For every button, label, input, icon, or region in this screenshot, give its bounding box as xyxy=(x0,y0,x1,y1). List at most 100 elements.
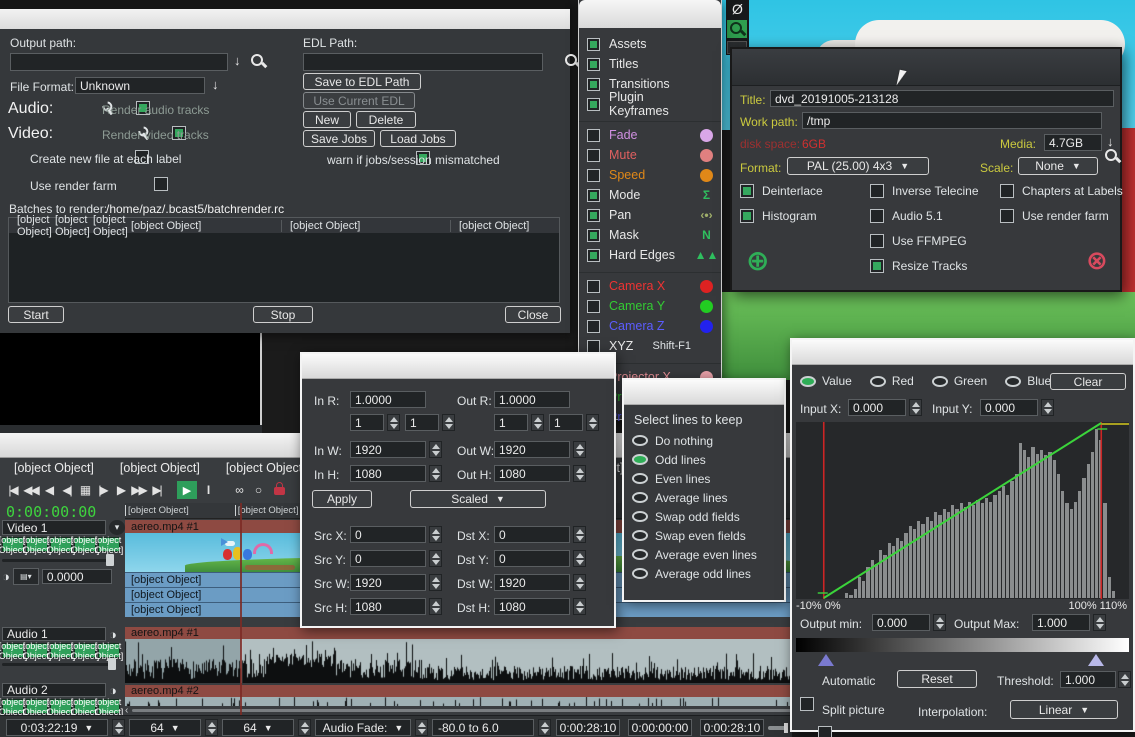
project-checkbox[interactable] xyxy=(1000,209,1014,223)
batch-column-header[interactable]: [object Object] xyxy=(47,214,85,238)
track-toggle-button[interactable]: [object Object] xyxy=(26,699,48,714)
dst-field[interactable]: 0 xyxy=(494,550,570,567)
ibeam-mode-button[interactable]: Ι xyxy=(199,481,216,499)
effects-list-item[interactable]: Assets xyxy=(579,34,721,54)
project-checkbox[interactable] xyxy=(870,209,884,223)
timeline-hscroll[interactable]: ‹ xyxy=(125,706,792,715)
audio1-waveform[interactable] xyxy=(125,639,792,683)
audio1-title-field[interactable]: Audio 1 xyxy=(2,627,106,641)
automation-type-dropdown[interactable]: Audio Fade:▼ xyxy=(315,719,411,736)
transport-button[interactable]: |◀ xyxy=(4,481,21,499)
pan-knob-icon[interactable]: ◑ xyxy=(2,569,10,584)
lock-tool-icon[interactable] xyxy=(274,481,285,500)
dst-spinner[interactable] xyxy=(573,598,586,615)
scale-mode-dropdown[interactable]: Scaled▼ xyxy=(410,490,546,508)
work-path-browse-icon[interactable] xyxy=(1105,149,1119,163)
audio2-waveform[interactable] xyxy=(125,697,792,706)
out-w-spinner[interactable] xyxy=(573,441,586,458)
menu-item[interactable]: [object Object] xyxy=(8,459,100,477)
project-checkbox[interactable] xyxy=(740,209,754,223)
out-h-spinner[interactable] xyxy=(573,465,586,482)
output-min-spinner[interactable] xyxy=(933,614,946,631)
input-x-field[interactable]: 0.000 xyxy=(848,399,906,416)
video1-fader[interactable] xyxy=(2,554,116,566)
batch-list[interactable]: [object Object][object Object][object Ob… xyxy=(8,217,560,303)
batch-column-header[interactable]: [object Object] xyxy=(281,220,450,232)
transport-button[interactable]: ◀◀ xyxy=(22,481,39,499)
audio1-clip-titlebar[interactable]: aereo.mp4 #1 xyxy=(125,627,798,639)
output-max-spinner[interactable] xyxy=(1093,614,1106,631)
output-path-history-icon[interactable]: ↓ xyxy=(234,53,241,68)
effects-list-item[interactable]: Mask N xyxy=(579,225,721,245)
save-to-edl-button[interactable]: Save to EDL Path xyxy=(303,73,421,90)
track-toggle-button[interactable]: [object Object] xyxy=(2,643,24,658)
channel-radio[interactable] xyxy=(800,376,816,387)
project-checkbox[interactable] xyxy=(870,184,884,198)
transport-button[interactable]: ◀| xyxy=(58,481,75,499)
selection-end-field[interactable]: 0:00:28:10 xyxy=(700,719,764,736)
effects-list-item[interactable]: Fade xyxy=(579,125,721,145)
project-checkbox[interactable] xyxy=(870,259,884,273)
use-current-edl-button[interactable]: Use Current EDL xyxy=(303,92,415,109)
src-spinner[interactable] xyxy=(429,574,442,591)
in-w-field[interactable]: 1920 xyxy=(350,441,426,458)
start-button[interactable]: Start xyxy=(8,306,64,323)
crop-tool-icon[interactable]: Ø xyxy=(729,1,746,18)
batch-render-titlebar[interactable] xyxy=(0,9,570,29)
transport-button[interactable]: ▶ xyxy=(112,481,129,499)
effects-list-item[interactable] xyxy=(579,265,721,273)
effect-visibility-checkbox[interactable] xyxy=(587,189,600,202)
src-field[interactable]: 1920 xyxy=(350,574,426,591)
amp-zoom-spinner[interactable] xyxy=(298,719,311,736)
input-y-spinner[interactable] xyxy=(1041,399,1054,416)
output-max-field[interactable]: 1.000 xyxy=(1032,614,1090,631)
src-field[interactable]: 0 xyxy=(350,526,426,543)
dst-spinner[interactable] xyxy=(573,574,586,591)
track-toggle-button[interactable]: [object Object] xyxy=(74,537,96,552)
file-format-field[interactable]: Unknown xyxy=(75,77,205,94)
track-toggle-button[interactable]: [object Object] xyxy=(50,699,72,714)
histogram-graph[interactable] xyxy=(796,422,1129,599)
stop-button[interactable]: Stop xyxy=(253,306,313,323)
automatic-checkbox[interactable] xyxy=(800,697,814,711)
output-min-field[interactable]: 0.000 xyxy=(872,614,930,631)
channel-option[interactable]: Red xyxy=(870,374,914,388)
output-min-slider[interactable] xyxy=(818,654,834,666)
dst-field[interactable]: 1080 xyxy=(494,598,570,615)
effect-visibility-checkbox[interactable] xyxy=(587,58,600,71)
cancel-button[interactable]: ⊗ xyxy=(1086,247,1108,273)
ok-button[interactable]: ⊕ xyxy=(746,247,769,275)
lines-option-radio[interactable] xyxy=(632,511,648,522)
effect-visibility-checkbox[interactable] xyxy=(587,340,600,353)
sample-zoom-dropdown[interactable]: 64▼ xyxy=(129,719,201,736)
ratio-field-3[interactable]: 1 xyxy=(494,414,528,431)
video1-title-field[interactable]: Video 1 xyxy=(2,520,106,535)
video1-expander[interactable]: ▾ xyxy=(109,520,125,535)
scale-dropdown[interactable]: None▼ xyxy=(1018,157,1098,175)
delete-batch-button[interactable]: Delete xyxy=(356,111,416,128)
lines-option[interactable]: Swap even fields xyxy=(632,526,784,545)
src-field[interactable]: 1080 xyxy=(350,598,426,615)
keyframe-tool-icon[interactable]: ∞ xyxy=(230,481,247,499)
lines-option[interactable]: Do nothing xyxy=(632,431,784,450)
histogram-dialog-titlebar[interactable] xyxy=(792,340,1133,365)
audio1-fader[interactable] xyxy=(2,658,116,670)
playhead[interactable] xyxy=(240,503,242,715)
lines-option-radio[interactable] xyxy=(632,435,648,446)
channel-option[interactable]: Value xyxy=(800,374,852,388)
track-toggle-button[interactable]: [object Object] xyxy=(50,643,72,658)
overlay-mode-button[interactable]: ▤▾ xyxy=(13,568,39,585)
transport-button[interactable]: ▦ xyxy=(76,481,93,499)
track-toggle-button[interactable]: [object Object] xyxy=(50,537,72,552)
effect-visibility-checkbox[interactable] xyxy=(587,78,600,91)
batch-column-header[interactable]: [object Object] xyxy=(123,220,281,232)
input-y-field[interactable]: 0.000 xyxy=(980,399,1038,416)
lines-option[interactable]: Swap odd fields xyxy=(632,507,784,526)
lines-option[interactable]: Average even lines xyxy=(632,545,784,564)
effect-visibility-checkbox[interactable] xyxy=(587,169,600,182)
automation-range-field[interactable]: -80.0 to 6.0 xyxy=(432,719,534,736)
src-field[interactable]: 0 xyxy=(350,550,426,567)
selection-length-field[interactable]: 0:00:28:10 xyxy=(556,719,620,736)
transport-button[interactable]: |▶ xyxy=(94,481,111,499)
channel-radio[interactable] xyxy=(1005,376,1021,387)
